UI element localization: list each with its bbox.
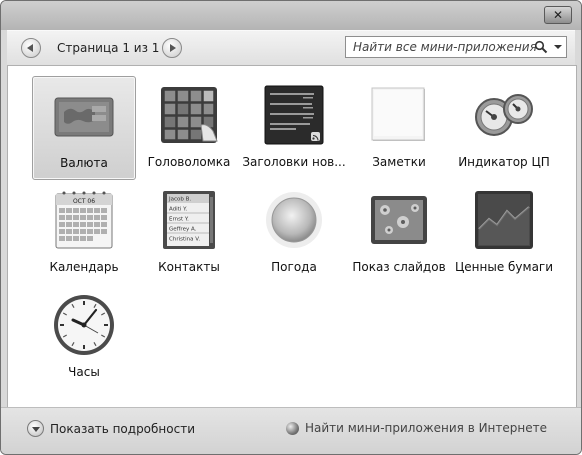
- close-button[interactable]: ✕: [544, 6, 572, 24]
- gadget-stocks[interactable]: Ценные бумаги: [452, 181, 556, 285]
- get-gadgets-online-link[interactable]: Найти мини-приложения в Интернете: [285, 421, 547, 435]
- gadget-currency[interactable]: Валюта: [32, 76, 136, 180]
- gadget-label: Заметки: [372, 155, 426, 169]
- calendar-icon: OCT 06: [51, 187, 117, 253]
- gadget-label: Головоломка: [147, 155, 231, 169]
- chevron-down-icon[interactable]: [27, 420, 44, 437]
- gadget-cpu-meter[interactable]: Индикатор ЦП: [452, 76, 556, 180]
- gadget-label: Показ слайдов: [352, 260, 446, 274]
- contact-name: Jacob B.: [168, 197, 191, 203]
- get-gadgets-online-label[interactable]: Найти мини-приложения в Интернете: [305, 421, 547, 435]
- contacts-icon: Jacob B. Aditi Y. Ernst Y. Geffrey A. Ch…: [156, 187, 222, 253]
- status-bar: Показать подробности Найти мини-приложен…: [1, 407, 581, 454]
- gadget-label: Календарь: [49, 260, 119, 274]
- stocks-icon: [471, 187, 537, 253]
- show-details-label[interactable]: Показать подробности: [50, 422, 195, 436]
- gadget-label: Ценные бумаги: [454, 260, 554, 274]
- contact-name: Christina V.: [169, 237, 200, 243]
- search-icon[interactable]: [534, 40, 548, 54]
- contact-name: Aditi Y.: [169, 207, 187, 213]
- next-page-button[interactable]: [162, 38, 182, 58]
- gadget-label: Валюта: [60, 156, 108, 170]
- title-bar[interactable]: ✕: [1, 1, 581, 30]
- gadget-label: Часы: [68, 365, 100, 379]
- gadget-label: Индикатор ЦП: [458, 155, 550, 169]
- slideshow-icon: [366, 187, 432, 253]
- clock-icon: [51, 292, 117, 358]
- gadget-puzzle[interactable]: Головоломка: [137, 76, 241, 180]
- arrow-left-icon: [27, 44, 33, 52]
- contact-name: Geffrey A.: [169, 227, 197, 233]
- gadget-label: Заголовки нов...: [242, 155, 346, 169]
- notes-icon: [366, 82, 432, 148]
- gadget-weather[interactable]: Погода: [242, 181, 346, 285]
- puzzle-icon: [156, 82, 222, 148]
- gadget-clock[interactable]: Часы: [32, 286, 136, 390]
- gadget-label: Погода: [271, 260, 317, 274]
- gadget-notes[interactable]: Заметки: [347, 76, 451, 180]
- gadget-slideshow[interactable]: Показ слайдов: [347, 181, 451, 285]
- arrow-right-icon: [170, 44, 176, 52]
- previous-page-button[interactable]: [21, 38, 41, 58]
- show-details-button[interactable]: Показать подробности: [27, 420, 195, 437]
- currency-icon: [51, 83, 117, 149]
- toolbar: Страница 1 из 1: [7, 30, 575, 66]
- close-icon: ✕: [552, 8, 564, 22]
- gadget-grid: Валюта Головоломка Заголовки нов... Заме…: [7, 65, 577, 408]
- page-indicator: Страница 1 из 1: [57, 41, 160, 55]
- gadget-label: Контакты: [158, 260, 220, 274]
- search-box[interactable]: [345, 36, 567, 58]
- feed-headlines-icon: [261, 82, 327, 148]
- weather-icon: [261, 187, 327, 253]
- search-options-dropdown[interactable]: [554, 45, 562, 49]
- gadget-contacts[interactable]: Jacob B. Aditi Y. Ernst Y. Geffrey A. Ch…: [137, 181, 241, 285]
- calendar-month-text: OCT 06: [73, 198, 95, 205]
- cpu-meter-icon: [471, 82, 537, 148]
- gadget-gallery-window: ✕ Страница 1 из 1 Найти все мини-приложе…: [0, 0, 582, 455]
- gadget-calendar[interactable]: OCT 06 Календарь: [32, 181, 136, 285]
- contact-name: Ernst Y.: [169, 217, 189, 223]
- globe-icon: [285, 421, 299, 435]
- search-input[interactable]: [346, 37, 543, 57]
- gadget-feed-headlines[interactable]: Заголовки нов...: [242, 76, 346, 180]
